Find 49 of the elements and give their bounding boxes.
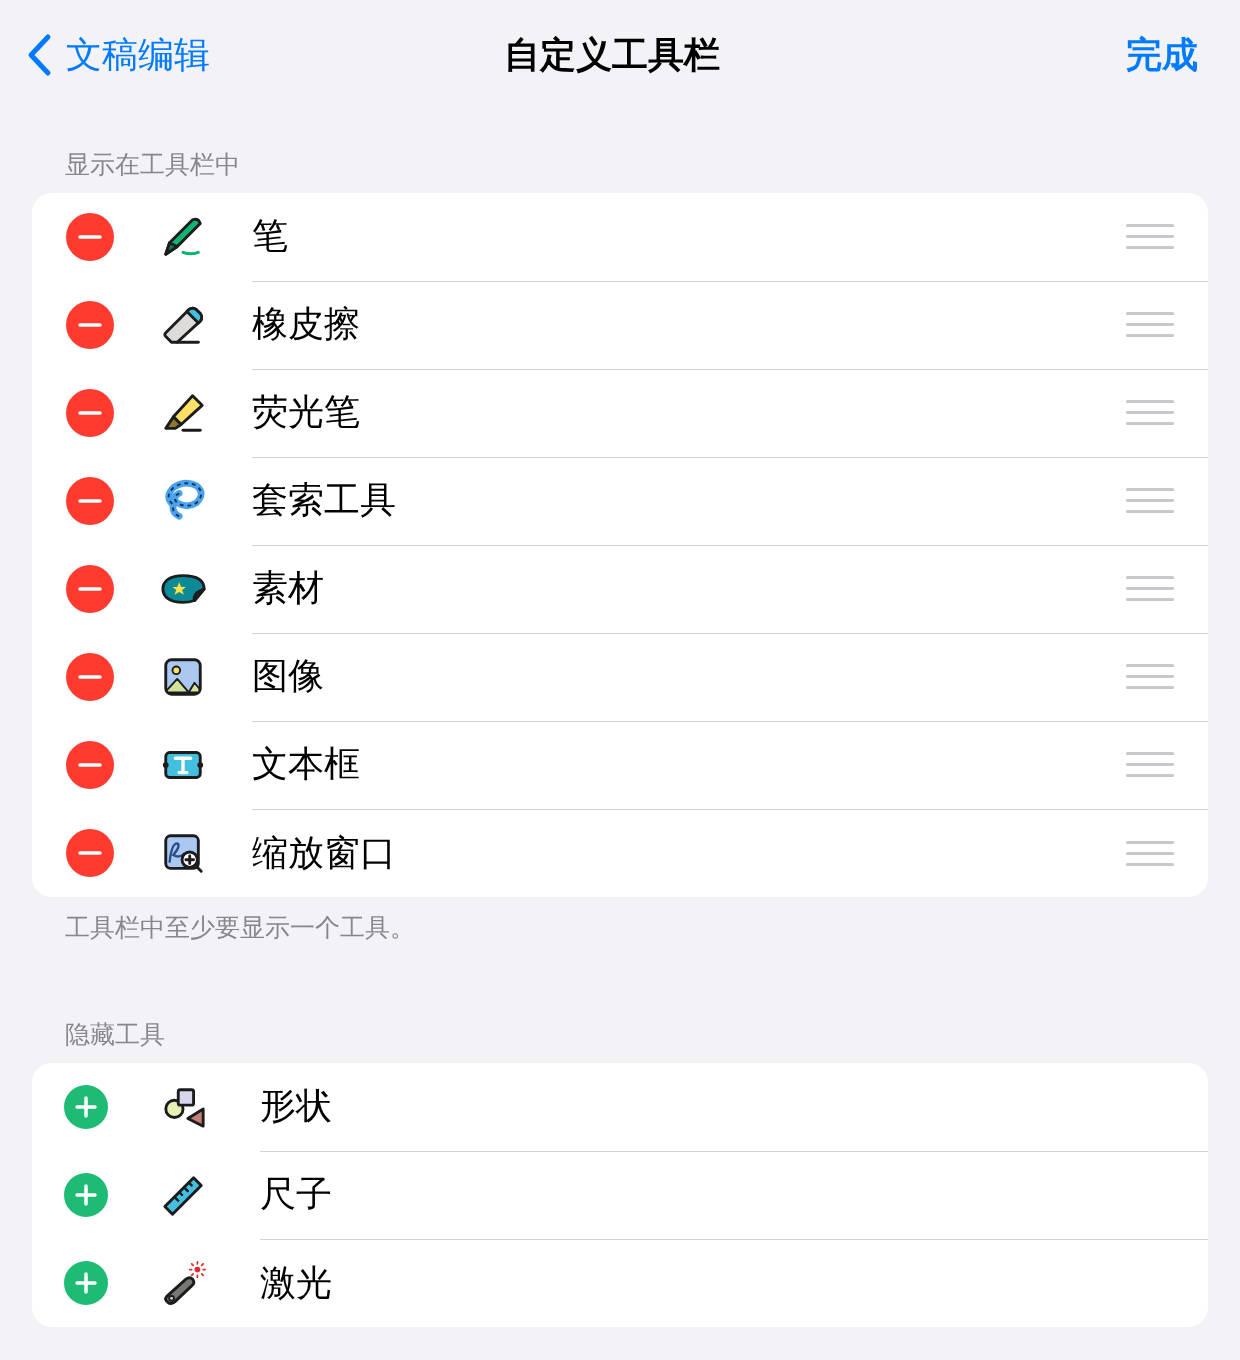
tool-label: 形状 [260,1084,333,1128]
plus-icon [75,1096,97,1118]
tool-label: 橡皮擦 [252,302,361,346]
tool-label: 缩放窗口 [252,830,397,875]
page-title: 自定义工具栏 [504,32,720,77]
tool-label: 尺子 [260,1172,333,1216]
drag-handle[interactable] [1126,312,1174,337]
add-button[interactable] [64,1261,108,1305]
drag-handle[interactable] [1126,488,1174,513]
minus-icon [78,763,102,767]
tool-label: 荧光笔 [252,390,361,434]
plus-icon [75,1184,97,1206]
remove-button[interactable] [66,829,114,877]
drag-handle[interactable] [1126,224,1174,249]
drag-handle[interactable] [1126,400,1174,425]
tool-label: 笔 [252,214,289,258]
tool-label: 图像 [252,654,325,698]
section-header: 隐藏工具 [64,1019,166,1051]
minus-icon [78,851,102,855]
tool-label: 激光 [260,1260,333,1305]
remove-button[interactable] [66,213,114,261]
minus-icon [78,411,102,415]
remove-button[interactable] [66,477,114,525]
drag-handle[interactable] [1126,664,1174,689]
minus-icon [78,499,102,503]
tool-label: 文本框 [252,742,361,786]
remove-button[interactable] [66,301,114,349]
done-link[interactable]: 完成 [1126,30,1198,80]
drag-handle[interactable] [1126,576,1174,601]
drag-handle[interactable] [1126,840,1174,866]
back-link[interactable]: 文稿编辑 [26,30,504,80]
remove-button[interactable] [66,565,114,613]
minus-icon [78,587,102,591]
minus-icon [78,675,102,679]
section-footer: 工具栏中至少要显示一个工具。 [0,897,1240,944]
laser-pointer-icon [161,1260,207,1306]
plus-icon [75,1272,97,1294]
add-button[interactable] [64,1085,108,1129]
minus-icon [78,323,102,327]
section-header: 显示在工具栏中 [64,149,241,181]
add-button[interactable] [64,1173,108,1217]
remove-button[interactable] [66,653,114,701]
tool-label: 套索工具 [252,478,397,522]
drag-handle[interactable] [1126,752,1174,777]
remove-button[interactable] [66,389,114,437]
minus-icon [78,235,102,239]
remove-button[interactable] [66,741,114,789]
back-chevron-icon [26,33,52,77]
tool-label: 素材 [252,566,325,610]
